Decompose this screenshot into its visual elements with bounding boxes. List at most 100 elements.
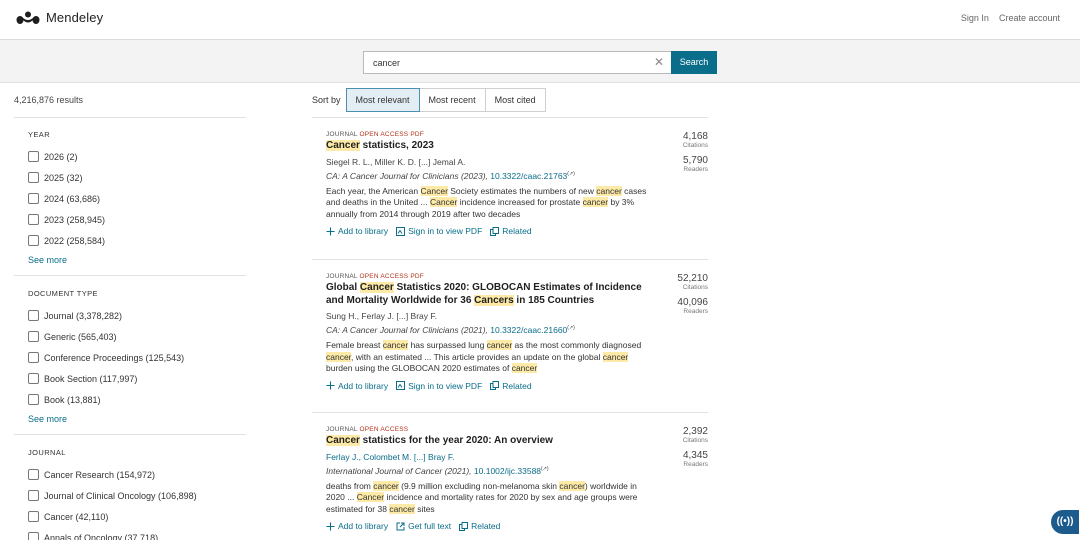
facet-option[interactable]: 2025 (32) (28, 167, 246, 188)
open-access-badge: OPEN ACCESS (359, 426, 409, 433)
result-item: JOURNAL OPEN ACCESS PDF Global Cancer Sta… (326, 273, 708, 391)
text-run: statistics for the year 2020: An overvie… (359, 435, 553, 446)
action-label: Sign in to view PDF (408, 226, 483, 236)
doi-link[interactable]: 10.1002/ijc.33588 (474, 466, 541, 476)
facet-option[interactable]: Journal of Clinical Oncology (106,898) (28, 485, 246, 506)
facet-option-label: 2025 (32) (44, 172, 83, 183)
related-button[interactable]: Related (490, 380, 532, 391)
plus-icon (326, 522, 335, 531)
facet-option[interactable]: 2022 (258,584) (28, 230, 246, 251)
facet-option-label: Generic (565,403) (44, 331, 117, 342)
app-name: Mendeley (46, 10, 104, 25)
checkbox[interactable] (28, 469, 39, 480)
result-authors: Ferlay J., Colombet M. [...] Bray F. (326, 451, 455, 462)
search-term-highlight: cancer (373, 480, 399, 491)
result-authors: Sung H., Ferlay J. [...] Bray F. (326, 311, 438, 321)
pdf-icon (396, 381, 406, 390)
text-run: as the most commonly diagnosed (512, 340, 642, 350)
divider (312, 259, 708, 260)
facet-title: JOURNAL (28, 448, 66, 457)
facet-option[interactable]: Book Section (117,997) (28, 368, 246, 389)
sort-most-recent[interactable]: Most recent (418, 88, 486, 112)
action-label: Sign in to view PDF (408, 380, 483, 391)
facet-option[interactable]: Conference Proceedings (125,543) (28, 347, 246, 368)
facet-option[interactable]: 2024 (63,686) (28, 188, 246, 209)
create-account-link[interactable]: Create account (999, 13, 1060, 23)
accessibility-icon[interactable]: ((•)) (1051, 510, 1079, 534)
checkbox[interactable] (28, 151, 39, 162)
sort-most-relevant[interactable]: Most relevant (345, 88, 420, 112)
checkbox[interactable] (28, 310, 39, 321)
checkbox[interactable] (28, 214, 39, 225)
text-run: sites (414, 503, 435, 514)
sign-in-to-view-pdf-button[interactable]: Sign in to view PDF (396, 226, 482, 236)
action-label: Related (502, 380, 532, 391)
search-term-highlight: cancer (559, 480, 585, 491)
checkbox[interactable] (28, 532, 39, 540)
add-to-library-button[interactable]: Add to library (326, 521, 388, 531)
search-term-highlight: Cancer (359, 282, 394, 293)
facet-option[interactable]: 2026 (2) (28, 146, 246, 167)
doi-link[interactable]: 10.3322/caac.21660 (490, 325, 567, 335)
get-full-text-button[interactable]: Get full text (396, 521, 451, 531)
facet-option-label: 2022 (258,584) (44, 235, 106, 246)
doi-external-icon: (↗) (567, 170, 575, 177)
result-journal: International Journal of Cancer (2021), … (326, 466, 708, 476)
result-stats: 52,210 Citations 40,096 Readers (658, 273, 708, 321)
open-access-badge: OPEN ACCESS (359, 273, 409, 280)
related-icon (490, 226, 500, 236)
document-type: JOURNAL (326, 426, 360, 433)
action-label: Related (471, 521, 501, 531)
journal-name: CA: A Cancer Journal for Clinicians (202… (326, 325, 491, 335)
result-title[interactable]: Cancer statistics for the year 2020: An … (326, 435, 646, 448)
search-term-highlight: cancer (389, 503, 415, 514)
clear-search-icon[interactable]: ✕ (654, 56, 664, 68)
facet-option[interactable]: Generic (565,403) (28, 326, 246, 347)
facet-journal: JOURNAL Cancer Research (154,972) Journal… (28, 448, 246, 540)
sort-label: Sort by (312, 95, 341, 105)
text-run: deaths from (326, 480, 374, 491)
search-input[interactable] (364, 52, 644, 73)
related-button[interactable]: Related (459, 521, 500, 531)
facet-option[interactable]: Cancer Research (154,972) (28, 464, 246, 485)
facet-option[interactable]: Book (13,881) (28, 389, 246, 410)
add-to-library-button[interactable]: Add to library (326, 381, 388, 391)
sign-in-to-view-pdf-button[interactable]: Sign in to view PDF (396, 381, 482, 391)
doi-link[interactable]: 10.3322/caac.21763 (490, 171, 567, 181)
results-count: 4,216,876 results (14, 95, 84, 105)
text-run: Society estimates the numbers of new (447, 185, 597, 196)
search-button[interactable]: Search (671, 51, 717, 74)
citations-label: Citations (682, 284, 708, 291)
result-meta: JOURNAL OPEN ACCESS (326, 426, 708, 433)
facet-option-label: 2023 (258,945) (44, 214, 106, 225)
add-to-library-button[interactable]: Add to library (326, 226, 388, 236)
checkbox[interactable] (28, 235, 39, 246)
sort-most-cited[interactable]: Most cited (484, 88, 546, 112)
checkbox[interactable] (28, 352, 39, 363)
sign-in-link[interactable]: Sign In (961, 13, 989, 23)
facet-option[interactable]: Annals of Oncology (37,718) (28, 527, 246, 540)
checkbox[interactable] (28, 511, 39, 522)
facet-option[interactable]: Journal (3,378,282) (28, 305, 246, 326)
result-title[interactable]: Cancer statistics, 2023 (326, 140, 646, 153)
divider (14, 275, 246, 276)
see-more-years-link[interactable]: See more (28, 255, 246, 265)
checkbox[interactable] (28, 373, 39, 384)
see-more-document-types-link[interactable]: See more (28, 414, 246, 424)
citations-count: 4,168 (682, 131, 708, 142)
readers-count: 5,790 (682, 155, 708, 166)
checkbox[interactable] (28, 331, 39, 342)
result-title[interactable]: Global Cancer Statistics 2020: GLOBOCAN … (326, 282, 646, 307)
checkbox[interactable] (28, 394, 39, 405)
mendeley-logo[interactable]: Mendeley (16, 10, 103, 25)
facet-option[interactable]: Cancer (42,110) (28, 506, 246, 527)
facet-title: DOCUMENT TYPE (28, 289, 98, 298)
checkbox[interactable] (28, 172, 39, 183)
related-button[interactable]: Related (490, 226, 532, 236)
facet-option[interactable]: 2023 (258,945) (28, 209, 246, 230)
checkbox[interactable] (28, 490, 39, 501)
search-band: ✕ Search (0, 40, 1080, 83)
checkbox[interactable] (28, 193, 39, 204)
result-item: JOURNAL OPEN ACCESS Cancer statistics for… (326, 426, 708, 531)
facet-option-label: Cancer Research (154,972) (44, 469, 156, 480)
